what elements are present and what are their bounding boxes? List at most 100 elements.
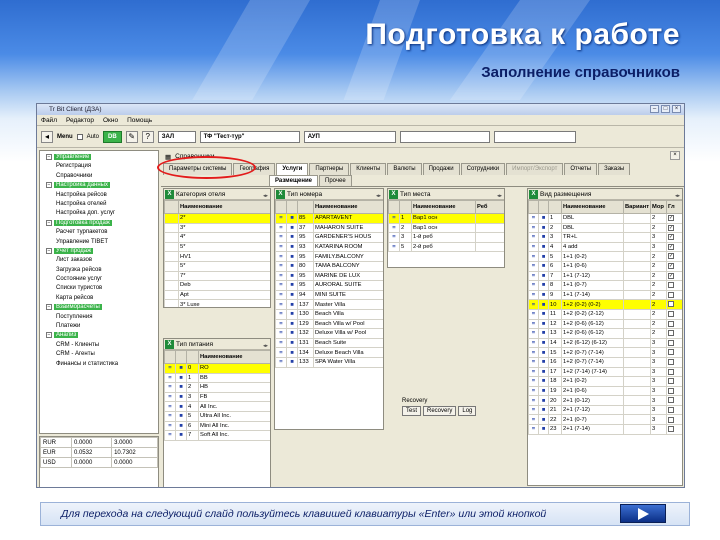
checkbox-cell[interactable]: ✓ [666, 241, 682, 253]
checkbox-cell[interactable] [666, 356, 682, 368]
tree-group[interactable]: − Взаиморасчеты [40, 303, 158, 312]
table-row[interactable]: = ■ 5 1+1 (0-2) 2 ✓ [528, 251, 682, 262]
table-row[interactable]: = ■ 11 1+2 (0-2) (2-12) 2 [528, 308, 682, 320]
table-row[interactable]: = ■ 1 BB [164, 372, 270, 384]
checkbox-cell[interactable]: ✓ [666, 260, 682, 272]
row-control-icon[interactable]: ■ [538, 299, 549, 310]
table-row[interactable]: 3* [164, 222, 270, 234]
excel-export-icon[interactable]: X [389, 190, 398, 199]
table-row[interactable]: = ■ 0 RO [164, 363, 270, 374]
checkbox[interactable] [668, 291, 674, 298]
column-header[interactable] [286, 200, 298, 214]
checkbox[interactable]: ✓ [668, 234, 674, 241]
row-control-icon[interactable]: = [164, 382, 176, 393]
row-control-icon[interactable]: ■ [538, 213, 549, 224]
row-control-icon[interactable]: ■ [538, 241, 549, 253]
checkbox[interactable]: ✓ [668, 224, 674, 231]
table-row[interactable]: = 2 Вар1 осн [388, 222, 504, 234]
row-control-icon[interactable]: ■ [538, 280, 549, 291]
row-control-icon[interactable]: ■ [175, 401, 187, 412]
checkbox[interactable] [668, 358, 674, 365]
column-header[interactable] [297, 200, 314, 214]
tab-item[interactable]: Прочее [319, 175, 352, 186]
table-row[interactable]: 5* [164, 260, 270, 272]
checkbox-cell[interactable] [666, 385, 682, 397]
row-control-icon[interactable]: ■ [538, 308, 549, 320]
checkbox[interactable] [668, 406, 674, 413]
row-control-icon[interactable]: ■ [538, 232, 549, 243]
row-control-icon[interactable]: ■ [175, 372, 187, 384]
tab-item[interactable]: Заказы [598, 163, 631, 175]
expand-icon[interactable]: − [46, 154, 52, 160]
toolbar-field-5[interactable] [493, 130, 576, 143]
checkbox[interactable] [668, 426, 674, 433]
tools-icon[interactable]: ✎ [125, 130, 138, 143]
checkbox-cell[interactable] [666, 289, 682, 301]
column-header[interactable]: Вариант [623, 200, 651, 214]
tab-item[interactable]: Услуги [276, 163, 309, 175]
toolbar-field-2[interactable]: ТФ "Тест-тур" [199, 130, 300, 143]
row-control-icon[interactable]: ■ [538, 222, 549, 234]
tree-group[interactable]: − Настройка данных [40, 181, 158, 190]
row-control-icon[interactable]: = [528, 424, 539, 435]
table-row[interactable]: = ■ 85 APARTAVENT [275, 213, 383, 224]
row-control-icon[interactable]: ■ [538, 385, 549, 397]
column-header[interactable] [175, 350, 187, 364]
row-control-icon[interactable]: ■ [175, 382, 187, 393]
column-header[interactable] [164, 350, 176, 364]
help-icon[interactable]: ? [141, 130, 154, 143]
toolbar-field-1[interactable]: ЗАЛ [157, 130, 196, 143]
menu-item[interactable]: Редактор [66, 115, 94, 125]
table-row[interactable]: HV1 [164, 251, 270, 262]
row-control-icon[interactable]: = [275, 337, 287, 349]
row-control-icon[interactable]: = [528, 404, 539, 416]
table-row[interactable]: = ■ 2 DBL 2 ✓ [528, 222, 682, 234]
table-row[interactable]: = 5 2-й реб [388, 241, 504, 253]
checkbox[interactable]: ✓ [668, 272, 674, 279]
close-icon[interactable]: × [670, 151, 680, 160]
row-control-icon[interactable]: = [388, 222, 400, 234]
row-control-icon[interactable]: = [528, 385, 539, 397]
tree-item[interactable]: Карта рейсов [40, 294, 158, 303]
row-control-icon[interactable]: = [528, 232, 539, 243]
row-control-icon[interactable]: ■ [175, 363, 187, 374]
tree-item[interactable]: Настройка доп. услуг [40, 209, 158, 218]
table-row[interactable]: = ■ 129 Beach Villa w/ Pool [275, 318, 383, 330]
checkbox-cell[interactable] [666, 328, 682, 339]
row-control-icon[interactable]: ■ [286, 270, 298, 282]
table-row[interactable]: 5* [164, 241, 270, 253]
row-control-icon[interactable]: ■ [286, 260, 298, 272]
column-header[interactable] [548, 200, 562, 214]
table-row[interactable]: = ■ 21 2+1 (7-12) 3 [528, 404, 682, 416]
row-control-icon[interactable]: ■ [538, 395, 549, 406]
row-control-icon[interactable]: = [275, 328, 287, 339]
checkbox-cell[interactable] [666, 308, 682, 320]
row-control-icon[interactable]: = [528, 356, 539, 368]
tab-item[interactable]: Клиенты [350, 163, 387, 175]
db-button[interactable]: DB [103, 130, 122, 143]
row-control-icon[interactable]: = [275, 260, 287, 272]
row-control-icon[interactable]: ■ [286, 251, 298, 262]
tab-item[interactable]: Отчеты [564, 163, 598, 175]
table-row[interactable]: = ■ 6 1+1 (0-6) 2 ✓ [528, 260, 682, 272]
checkbox[interactable] [668, 339, 674, 346]
auto-checkbox[interactable] [76, 133, 83, 140]
tab-item[interactable]: Размещение [269, 175, 318, 186]
table-row[interactable]: 3* Luxe [164, 299, 270, 307]
checkbox[interactable] [668, 310, 674, 317]
table-row[interactable]: = ■ 22 2+1 (0-7) 3 [528, 414, 682, 426]
row-control-icon[interactable]: ■ [538, 337, 549, 349]
table-row[interactable]: = ■ 4 4 add 3 ✓ [528, 241, 682, 253]
row-control-icon[interactable]: = [275, 251, 287, 262]
recovery-button[interactable]: Test [402, 406, 422, 416]
menu-button[interactable]: Menu [57, 134, 73, 140]
table-row[interactable]: 7* [164, 270, 270, 282]
row-control-icon[interactable]: ■ [286, 241, 298, 253]
menu-item[interactable]: Окно [103, 115, 118, 125]
excel-export-icon[interactable]: X [165, 340, 174, 349]
row-control-icon[interactable]: ■ [538, 414, 549, 426]
tree-item[interactable]: Управление TIBET [40, 238, 158, 247]
column-header[interactable]: Наименование [178, 200, 270, 214]
grid-nav-icon[interactable]: ◂▸ [497, 191, 502, 202]
tree-item[interactable]: Состояние услуг [40, 275, 158, 284]
